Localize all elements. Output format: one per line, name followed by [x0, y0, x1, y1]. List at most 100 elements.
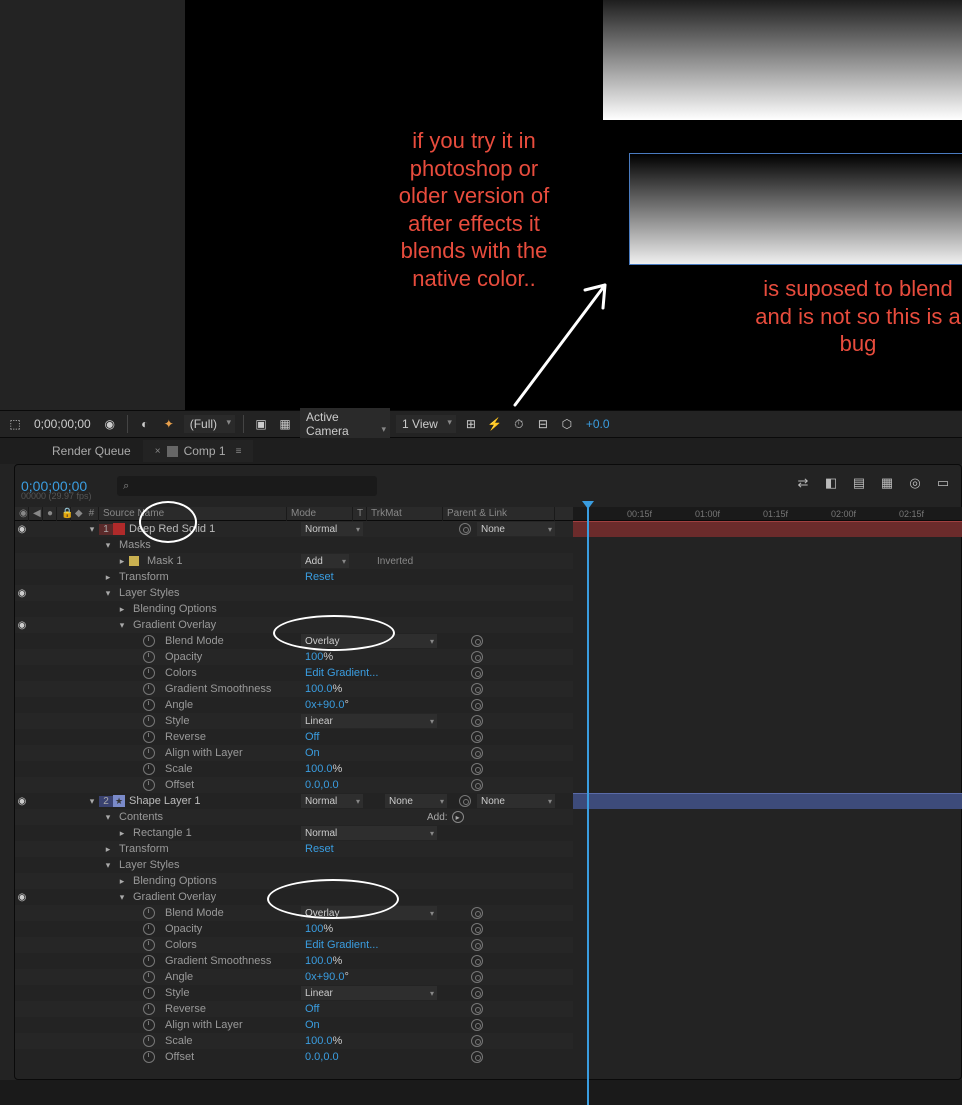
composition-canvas[interactable]: if you try it in photoshop or older vers…: [185, 0, 962, 410]
parent-dropdown[interactable]: None: [477, 794, 555, 808]
pickwhip-icon[interactable]: [471, 1019, 483, 1031]
parent-dropdown[interactable]: None: [477, 522, 555, 536]
stopwatch-icon[interactable]: [143, 987, 155, 999]
blend-mode-value[interactable]: Overlay: [301, 634, 437, 648]
angle-value[interactable]: 0x+90.0: [305, 971, 344, 983]
pickwhip-icon[interactable]: [471, 923, 483, 935]
audio-header-icon[interactable]: ◀: [33, 508, 41, 519]
solo-header-icon[interactable]: ●: [47, 508, 53, 519]
twirl-icon[interactable]: ▸: [101, 844, 115, 855]
transparency-grid-icon[interactable]: ▦: [276, 415, 294, 433]
pickwhip-icon[interactable]: [471, 1051, 483, 1063]
fx-visibility[interactable]: ◉: [15, 620, 29, 631]
filter-icon[interactable]: ⇄: [795, 475, 811, 491]
stopwatch-icon[interactable]: [143, 747, 155, 759]
col-trkmat[interactable]: TrkMat: [367, 507, 443, 521]
stopwatch-icon[interactable]: [143, 667, 155, 679]
gradient-overlay-group[interactable]: Gradient Overlay: [129, 891, 216, 903]
gradient-overlay-group[interactable]: Gradient Overlay: [129, 619, 216, 631]
exposure-value[interactable]: +0.0: [582, 417, 610, 431]
snapshot-icon[interactable]: ◉: [101, 415, 119, 433]
scale-value[interactable]: 100.0: [305, 1035, 333, 1047]
style-dropdown[interactable]: Linear: [301, 714, 437, 728]
smoothness-value[interactable]: 100.0: [305, 683, 333, 695]
selection-tool-icon[interactable]: ⬚: [6, 415, 24, 433]
timeline-icon[interactable]: ⏱: [510, 415, 528, 433]
color-mgmt-icon[interactable]: ✦: [160, 415, 178, 433]
offset-value[interactable]: 0.0,0.0: [305, 779, 339, 791]
layer-row[interactable]: ◉ ▾ 1 Deep Red Solid 1 Normal None: [15, 521, 573, 537]
pickwhip-icon[interactable]: [471, 987, 483, 999]
gradient-bottom-selected[interactable]: [629, 153, 962, 265]
stopwatch-icon[interactable]: [143, 955, 155, 967]
tab-menu-icon[interactable]: ≡: [232, 446, 242, 457]
align-value[interactable]: On: [305, 747, 320, 759]
pickwhip-icon[interactable]: [471, 939, 483, 951]
pickwhip-icon[interactable]: [471, 635, 483, 647]
pickwhip-icon[interactable]: [471, 667, 483, 679]
stopwatch-icon[interactable]: [143, 1019, 155, 1031]
layer-styles-group[interactable]: Layer Styles: [115, 587, 180, 599]
draft-3d-icon[interactable]: ▤: [851, 475, 867, 491]
motion-blur-icon[interactable]: ◎: [907, 475, 923, 491]
transform-group[interactable]: Transform: [115, 843, 169, 855]
pickwhip-icon[interactable]: [471, 715, 483, 727]
stopwatch-icon[interactable]: [143, 907, 155, 919]
twirl-icon[interactable]: ▸: [101, 572, 115, 583]
reset-button[interactable]: Reset: [305, 571, 334, 583]
fx-visibility[interactable]: ◉: [15, 588, 29, 599]
stopwatch-icon[interactable]: [143, 683, 155, 695]
stopwatch-icon[interactable]: [143, 1035, 155, 1047]
reset-expo-icon[interactable]: ⬡: [558, 415, 576, 433]
reverse-value[interactable]: Off: [305, 731, 319, 743]
pickwhip-icon[interactable]: [471, 731, 483, 743]
opacity-value[interactable]: 100: [305, 651, 323, 663]
col-t[interactable]: T: [353, 507, 367, 521]
stopwatch-icon[interactable]: [143, 651, 155, 663]
angle-value[interactable]: 0x+90.0: [305, 699, 344, 711]
shape-layer-icon[interactable]: ★: [113, 795, 125, 807]
twirl-icon[interactable]: ▸: [115, 556, 129, 567]
pickwhip-icon[interactable]: [471, 1035, 483, 1047]
blending-options[interactable]: Blending Options: [129, 603, 217, 615]
rectangle-shape[interactable]: Rectangle 1: [129, 827, 192, 839]
blend-mode-dropdown[interactable]: Normal: [301, 522, 363, 536]
blend-mode-value[interactable]: Overlay: [301, 906, 437, 920]
twirl-icon[interactable]: ▾: [101, 588, 115, 599]
stopwatch-icon[interactable]: [143, 635, 155, 647]
pickwhip-icon[interactable]: [471, 683, 483, 695]
pickwhip-icon[interactable]: [459, 523, 471, 535]
pickwhip-icon[interactable]: [471, 747, 483, 759]
frame-blend-icon[interactable]: ▦: [879, 475, 895, 491]
twirl-icon[interactable]: ▾: [115, 620, 129, 631]
twirl-icon[interactable]: ▸: [115, 604, 129, 615]
align-value[interactable]: On: [305, 1019, 320, 1031]
col-source[interactable]: Source Name: [99, 507, 287, 521]
smoothness-value[interactable]: 100.0: [305, 955, 333, 967]
toolbar-timecode[interactable]: 0;00;00;00: [30, 417, 95, 431]
reverse-value[interactable]: Off: [305, 1003, 319, 1015]
tab-comp[interactable]: × Comp 1 ≡: [143, 440, 254, 462]
edit-gradient-button[interactable]: Edit Gradient...: [305, 667, 378, 679]
twirl-icon[interactable]: ▾: [85, 796, 99, 807]
twirl-icon[interactable]: ▸: [115, 828, 129, 839]
color-swatch[interactable]: [113, 523, 125, 535]
graph-editor-icon[interactable]: ▭: [935, 475, 951, 491]
twirl-icon[interactable]: ▾: [101, 812, 115, 823]
contents-group[interactable]: Contents: [115, 811, 163, 823]
pickwhip-icon[interactable]: [471, 651, 483, 663]
pickwhip-icon[interactable]: [471, 779, 483, 791]
inverted-checkbox[interactable]: Inverted: [377, 556, 413, 567]
layer-row[interactable]: ◉ ▾ 2 ★ Shape Layer 1 Normal None None: [15, 793, 573, 809]
label-header-icon[interactable]: ◆: [75, 508, 83, 519]
fx-visibility[interactable]: ◉: [15, 892, 29, 903]
pickwhip-icon[interactable]: [471, 699, 483, 711]
reset-button[interactable]: Reset: [305, 843, 334, 855]
visibility-toggle[interactable]: ◉: [15, 796, 29, 807]
masks-group[interactable]: Masks: [115, 539, 151, 551]
stopwatch-icon[interactable]: [143, 763, 155, 775]
roi-icon[interactable]: ▣: [252, 415, 270, 433]
blend-mode-dropdown[interactable]: Normal: [301, 794, 363, 808]
views-dropdown[interactable]: 1 View: [396, 415, 456, 433]
stopwatch-icon[interactable]: [143, 699, 155, 711]
